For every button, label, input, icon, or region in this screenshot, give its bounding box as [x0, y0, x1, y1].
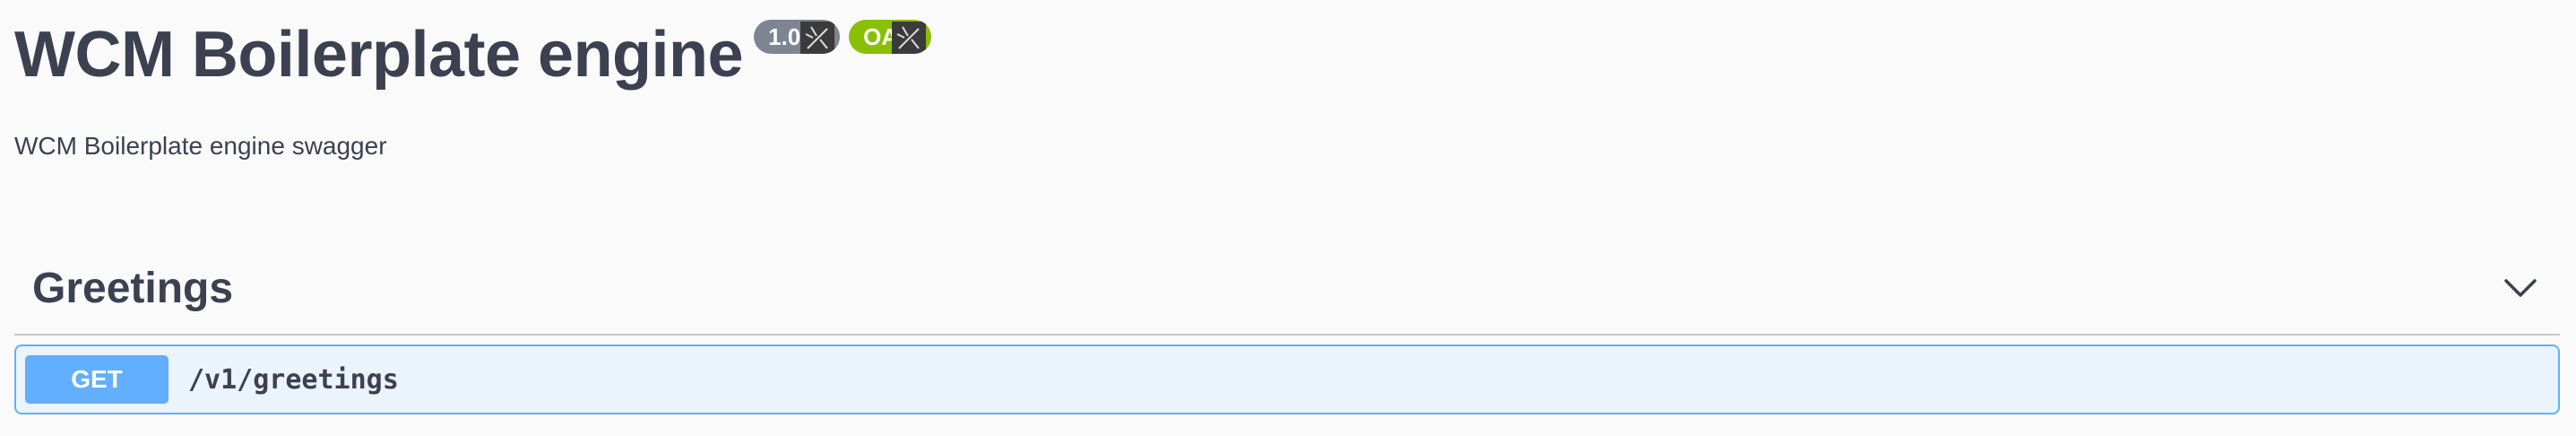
operation-path[interactable]: /v1/greetings	[188, 364, 399, 396]
broken-image-icon	[800, 22, 835, 54]
api-info: WCM Boilerplate engine 1.0 OAS WCM Boile…	[14, 13, 2560, 161]
version-badge: 1.0	[754, 20, 841, 54]
tag-name: Greetings	[32, 264, 234, 312]
expand-tag-button[interactable]	[2499, 266, 2542, 310]
chevron-down-icon	[2504, 279, 2537, 297]
title-row: WCM Boilerplate engine 1.0 OAS	[14, 13, 2560, 97]
api-title: WCM Boilerplate engine	[14, 19, 744, 91]
operation-get-greetings[interactable]: GET /v1/greetings	[14, 344, 2560, 414]
broken-image-icon	[892, 22, 927, 54]
method-badge[interactable]: GET	[25, 355, 169, 404]
version-badge-label: 1.0	[768, 23, 801, 50]
api-description: WCM Boilerplate engine swagger	[14, 132, 387, 160]
oas-badge: OAS	[849, 20, 932, 54]
tag-header[interactable]: Greetings	[14, 242, 2560, 336]
tag-section-greetings: Greetings GET /v1/greetings	[14, 242, 2560, 414]
